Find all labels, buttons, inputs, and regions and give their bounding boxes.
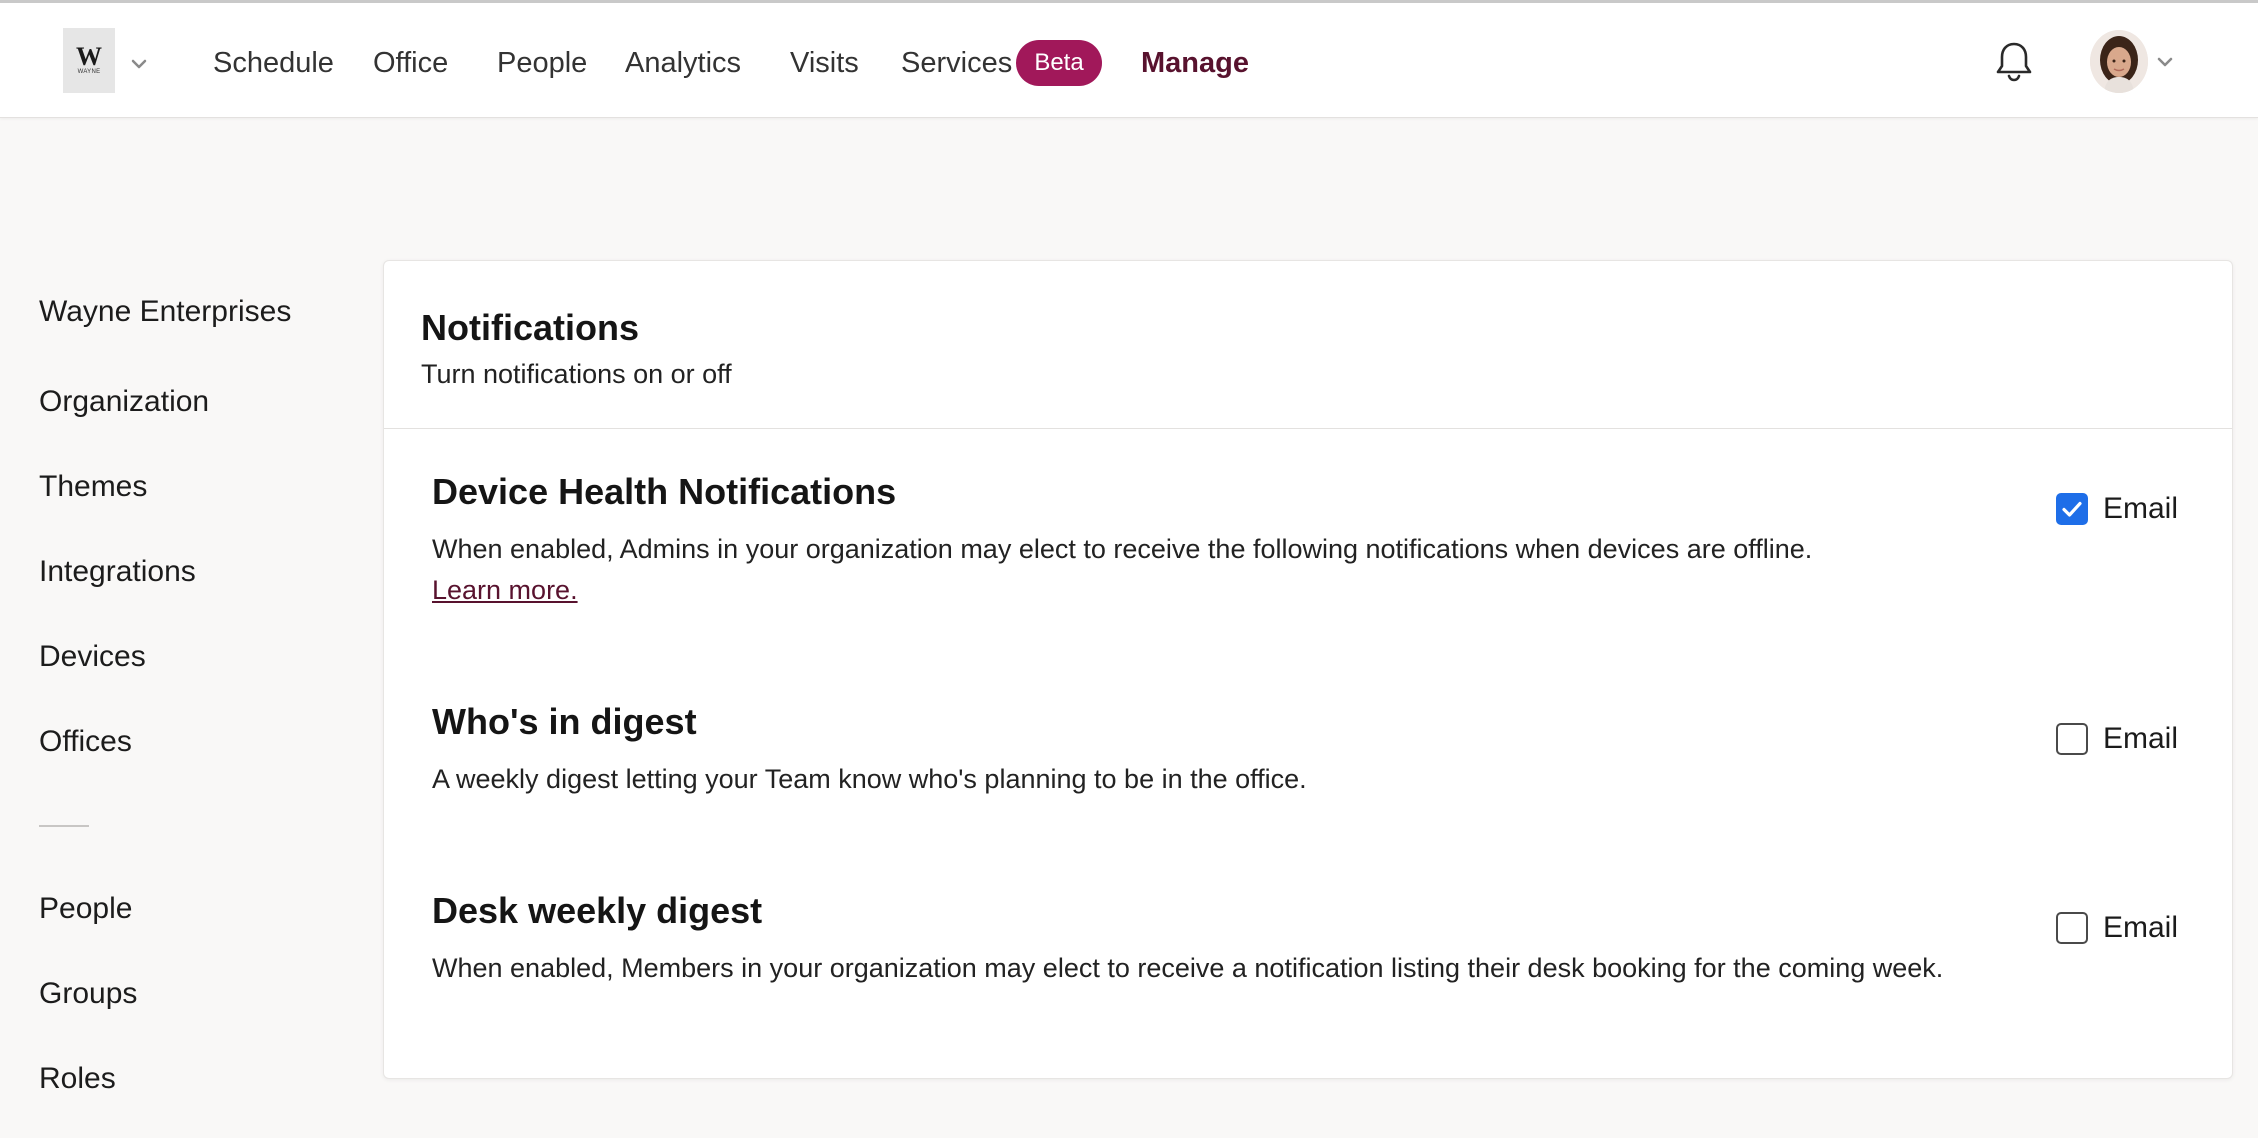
email-option-desk-weekly-digest[interactable]: Email <box>2056 910 2178 946</box>
nav-visits[interactable]: Visits <box>790 41 859 85</box>
nav-manage[interactable]: Manage <box>1141 41 1249 85</box>
checkmark-icon <box>2062 501 2082 517</box>
beta-badge: Beta <box>1016 40 1102 86</box>
nav-office[interactable]: Office <box>373 41 448 85</box>
setting-title: Device Health Notifications <box>432 471 897 512</box>
nav-schedule[interactable]: Schedule <box>213 41 334 85</box>
sidebar-item-integrations[interactable]: Integrations <box>39 552 196 592</box>
email-label: Email <box>2103 492 2179 525</box>
organization-logo[interactable]: W WAYNE <box>63 28 115 93</box>
user-avatar[interactable] <box>2090 30 2148 93</box>
page-title: Notifications <box>421 307 640 348</box>
sidebar-item-wayne-enterprises[interactable]: Wayne Enterprises <box>39 292 291 332</box>
setting-description-text: When enabled, Members in your organizati… <box>432 953 1944 983</box>
sidebar-item-themes[interactable]: Themes <box>39 467 147 507</box>
sidebar-item-people[interactable]: People <box>39 889 132 929</box>
sidebar-item-devices[interactable]: Devices <box>39 637 146 677</box>
sidebar-item-groups[interactable]: Groups <box>39 974 137 1014</box>
setting-description: When enabled, Members in your organizati… <box>432 948 1962 989</box>
chevron-down-icon[interactable] <box>2154 51 2176 73</box>
chevron-down-icon[interactable] <box>128 53 150 75</box>
email-checkbox[interactable] <box>2056 493 2088 525</box>
nav-analytics[interactable]: Analytics <box>625 41 741 85</box>
nav-services[interactable]: Services <box>901 41 1012 85</box>
logo-letter: W <box>76 42 102 71</box>
nav-people[interactable]: People <box>497 41 587 85</box>
sidebar-item-offices[interactable]: Offices <box>39 722 132 762</box>
sidebar-item-roles[interactable]: Roles <box>39 1059 116 1099</box>
setting-description: A weekly digest letting your Team know w… <box>432 759 1962 800</box>
card-header: Notifications Turn notifications on or o… <box>384 261 2232 429</box>
top-navigation-bar: W WAYNE Schedule Office People Analytics… <box>0 0 2258 118</box>
setting-description-text: A weekly digest letting your Team know w… <box>432 764 1307 794</box>
setting-title: Desk weekly digest <box>432 890 763 931</box>
setting-description: When enabled, Admins in your organizatio… <box>432 529 1962 611</box>
email-checkbox[interactable] <box>2056 912 2088 944</box>
email-option-whos-in-digest[interactable]: Email <box>2056 721 2178 757</box>
notifications-card: Notifications Turn notifications on or o… <box>383 260 2233 1079</box>
avatar-image <box>2090 30 2148 93</box>
email-label: Email <box>2103 911 2179 944</box>
email-option-device-health[interactable]: Email <box>2056 491 2178 527</box>
setting-description-text: When enabled, Admins in your organizatio… <box>432 534 1813 564</box>
email-label: Email <box>2103 722 2179 755</box>
learn-more-link[interactable]: Learn more. <box>432 575 578 605</box>
page-subtitle: Turn notifications on or off <box>421 359 732 389</box>
logo-text: WAYNE <box>77 69 101 75</box>
email-checkbox[interactable] <box>2056 723 2088 755</box>
sidebar-divider <box>39 825 89 827</box>
bell-icon[interactable] <box>1993 39 2035 83</box>
setting-title: Who's in digest <box>432 701 697 742</box>
sidebar-item-organization[interactable]: Organization <box>39 382 209 422</box>
